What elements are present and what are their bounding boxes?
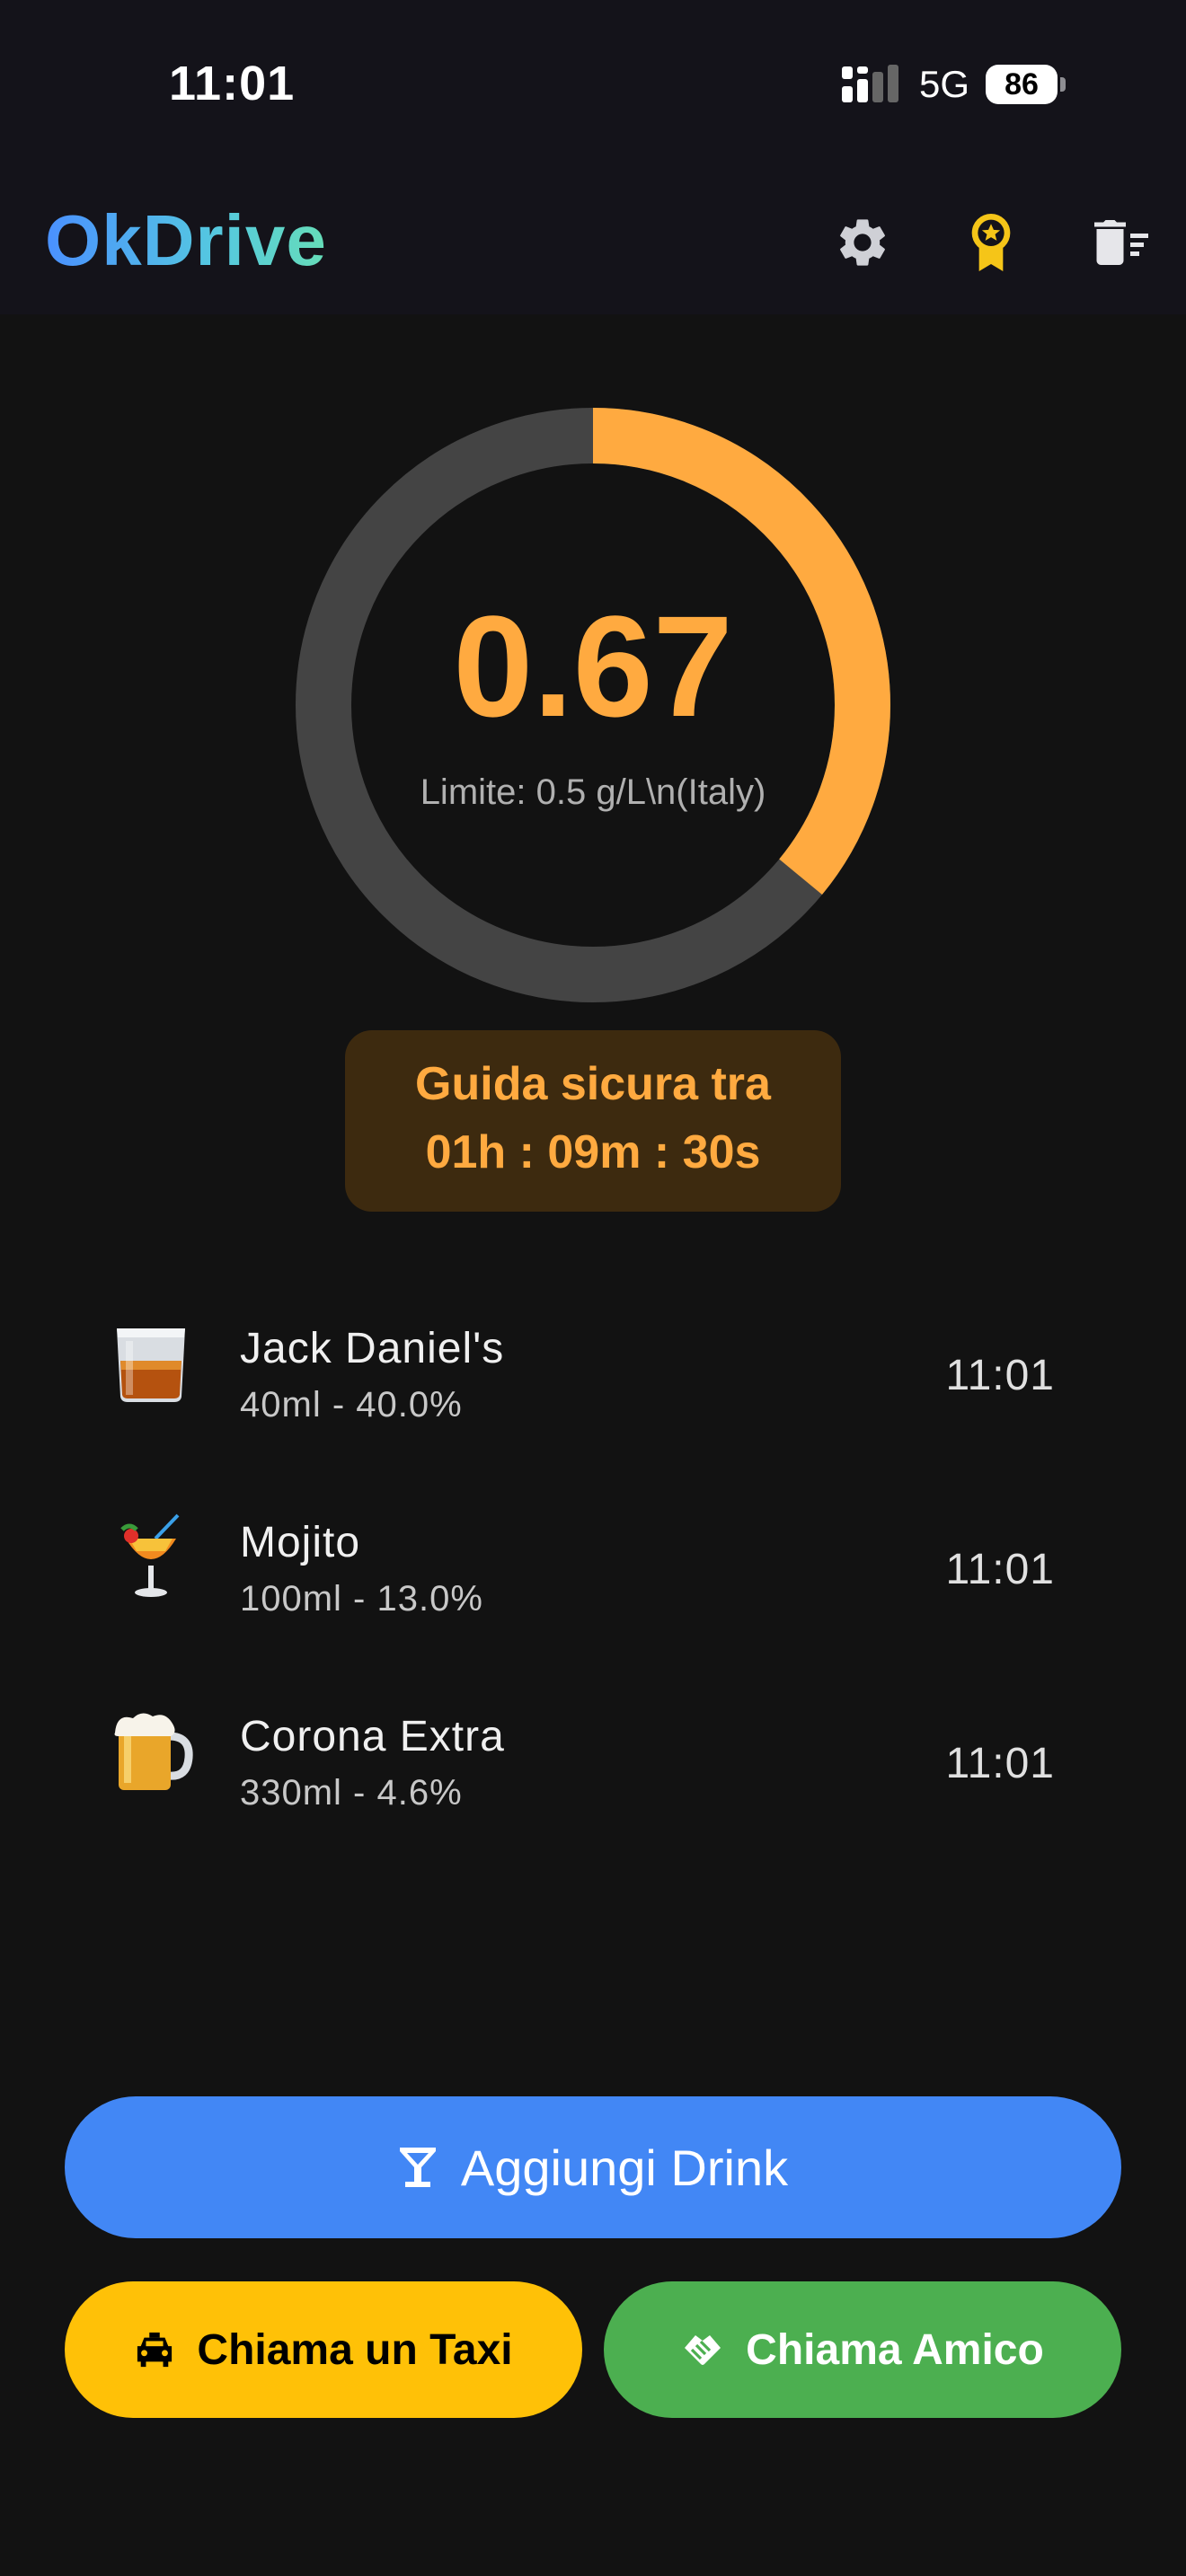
handshake-icon <box>685 2335 721 2365</box>
drink-time: 11:01 <box>945 1546 1055 1593</box>
call-friend-button[interactable]: Chiama Amico <box>604 2281 1121 2418</box>
tropical-drink-icon <box>120 1513 180 1597</box>
drink-detail: 330ml - 4.6% <box>240 1773 463 1813</box>
bac-gauge <box>296 408 890 1002</box>
beer-mug-icon <box>114 1713 193 1790</box>
cocktail-glass-icon <box>399 2148 436 2187</box>
add-drink-button[interactable]: Aggiungi Drink <box>65 2096 1121 2238</box>
whiskey-glass-icon <box>117 1328 185 1402</box>
call-taxi-label: Chiama un Taxi <box>197 2325 513 2374</box>
drink-detail: 40ml - 40.0% <box>240 1385 463 1425</box>
bac-value: 0.67 <box>453 586 733 746</box>
drink-time: 11:01 <box>945 1740 1055 1787</box>
call-taxi-button[interactable]: Chiama un Taxi <box>65 2281 582 2418</box>
add-drink-label: Aggiungi Drink <box>460 2139 789 2196</box>
drink-time: 11:01 <box>945 1352 1055 1399</box>
drink-detail: 100ml - 13.0% <box>240 1579 483 1619</box>
safe-drive-label: Guida sicura tra <box>415 1058 771 1110</box>
drink-list-item[interactable]: Corona Extra 330ml - 4.6% 11:01 <box>0 1674 1186 1827</box>
taxi-icon <box>137 2332 173 2368</box>
drink-name: Jack Daniel's <box>240 1325 505 1372</box>
drink-name: Mojito <box>240 1519 361 1566</box>
safe-drive-countdown: Guida sicura tra 01h : 09m : 30s <box>345 1030 841 1212</box>
drink-name: Corona Extra <box>240 1713 505 1760</box>
drink-list-item[interactable]: Jack Daniel's 40ml - 40.0% 11:01 <box>0 1286 1186 1439</box>
call-friend-label: Chiama Amico <box>746 2325 1044 2374</box>
legal-limit-label: Limite: 0.5 g/L\n(Italy) <box>420 772 766 812</box>
drink-list-item[interactable]: Mojito 100ml - 13.0% 11:01 <box>0 1480 1186 1633</box>
safe-drive-timer: 01h : 09m : 30s <box>425 1126 761 1178</box>
